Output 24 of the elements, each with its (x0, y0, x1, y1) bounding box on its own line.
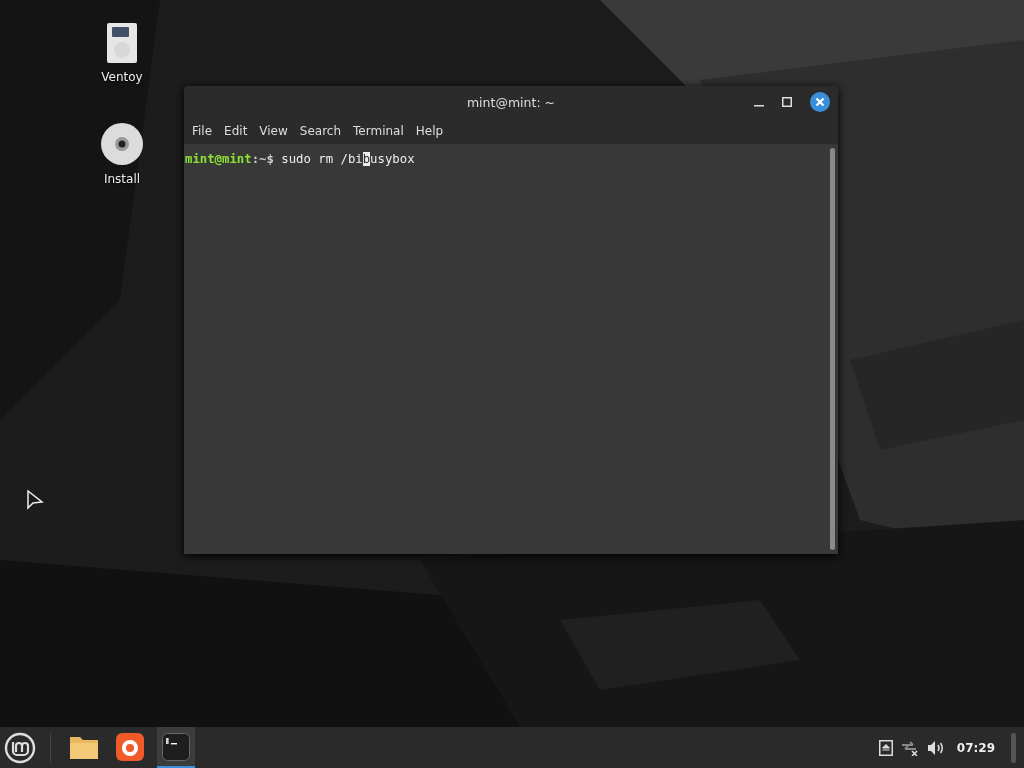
menu-item[interactable]: Search (293, 124, 348, 138)
terminal-icon (162, 732, 190, 761)
drive-icon[interactable] (106, 22, 138, 64)
menu-item[interactable]: Edit (218, 124, 254, 138)
mouse-pointer-icon (26, 489, 44, 511)
terminal-line: mint@mint:~$ sudo rm /bibusybox (185, 152, 415, 166)
menu-logo-icon[interactable] (4, 731, 36, 764)
scrollbar[interactable] (830, 148, 835, 550)
clock[interactable]: 07:29 (956, 740, 995, 755)
maximize-icon[interactable] (782, 97, 792, 107)
network-disconnected-icon[interactable] (900, 739, 919, 756)
disc-icon[interactable] (100, 122, 144, 166)
eject-icon[interactable] (878, 739, 893, 756)
browser-icon (116, 732, 144, 761)
menu-item[interactable]: Help (409, 124, 450, 138)
volume-icon[interactable] (926, 739, 945, 756)
close-icon[interactable] (810, 92, 830, 112)
window-title: mint@mint: ~ (466, 94, 556, 110)
panel-handle[interactable] (1011, 732, 1016, 763)
menu-item[interactable]: Terminal (347, 124, 410, 138)
menu-item[interactable]: View (253, 124, 294, 138)
menu-item[interactable]: File (186, 124, 219, 138)
desktop-icon-label[interactable]: Ventoy (101, 70, 143, 84)
desktop-icon-label[interactable]: Install (103, 172, 141, 186)
